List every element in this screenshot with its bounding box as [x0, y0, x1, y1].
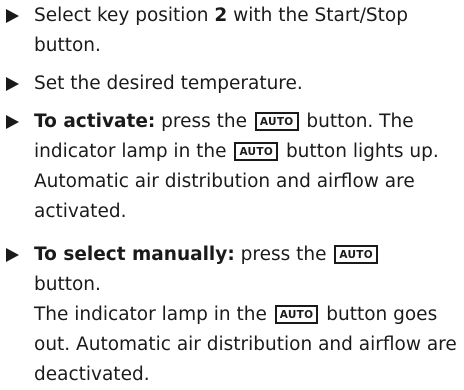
- auto-button-symbol: AUTO: [274, 305, 319, 324]
- auto-button-symbol: AUTO: [334, 245, 378, 264]
- step-lead: To activate:: [34, 111, 156, 132]
- list-item: Select key position 2 with the Start/Sto…: [2, 1, 464, 61]
- list-item: Set the desired temperature.: [2, 69, 464, 99]
- list-item: To select manually: press the AUTO butto…: [2, 240, 464, 390]
- instruction-list: Select key position 2 with the Start/Sto…: [0, 0, 464, 390]
- bullet-arrow-icon: [6, 115, 19, 129]
- list-item: To activate: press the AUTO button. The …: [2, 107, 464, 227]
- auto-button-symbol: AUTO: [234, 142, 279, 161]
- bullet-arrow-icon: [6, 77, 19, 91]
- bullet-arrow-icon: [6, 248, 19, 262]
- auto-button-symbol: AUTO: [254, 112, 299, 131]
- key-position-number: 2: [214, 5, 228, 26]
- step-lead: To select manually:: [34, 244, 235, 265]
- bullet-arrow-icon: [6, 9, 19, 23]
